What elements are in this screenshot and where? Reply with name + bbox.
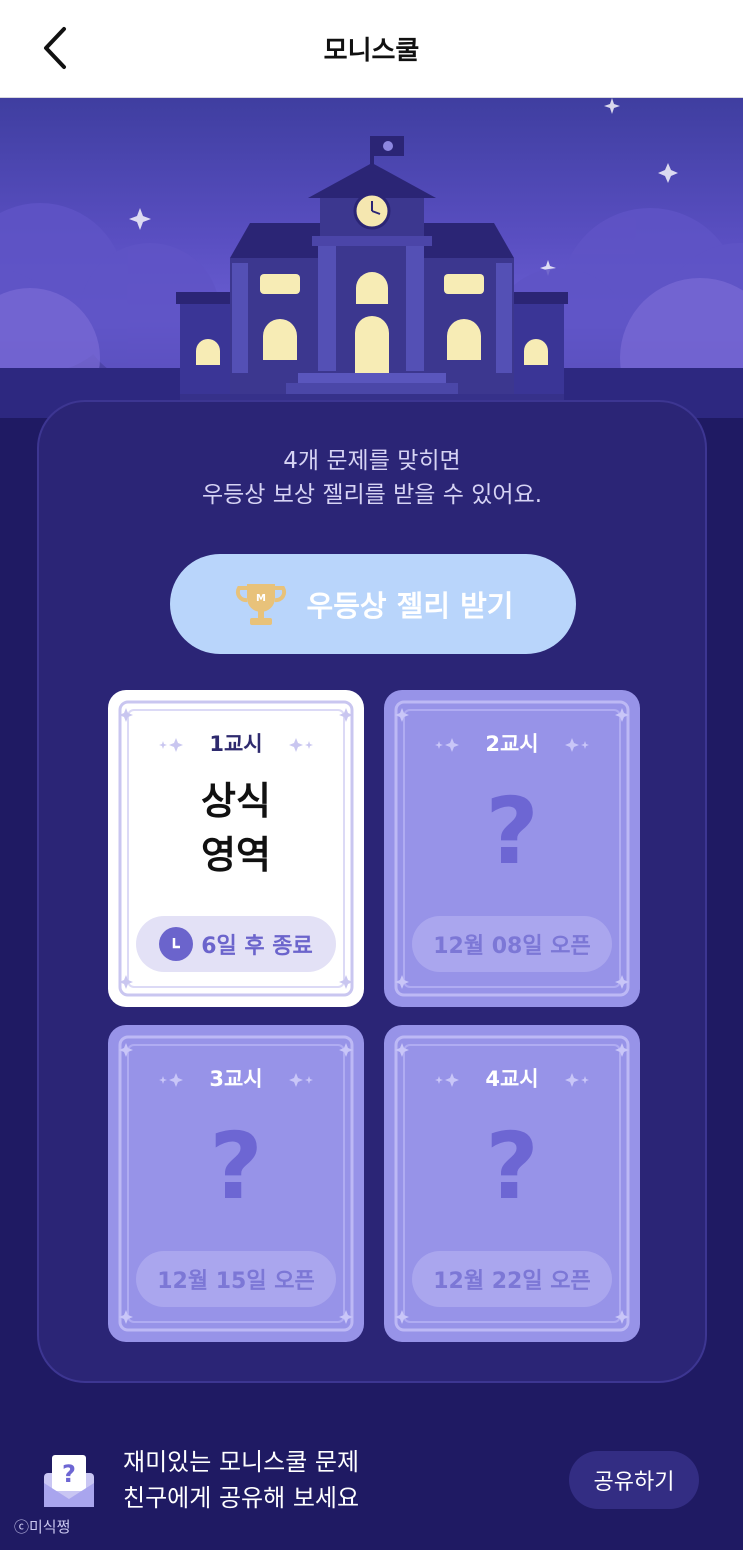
period-label: 1교시	[209, 732, 263, 756]
status-text: 6일 후 종료	[201, 934, 313, 959]
intro-line-1: 4개 문제를 맞히면	[283, 448, 461, 474]
trophy-icon: M	[235, 584, 286, 625]
reward-jelly-button[interactable]: M 우등상 젤리 받기	[170, 554, 576, 654]
status-text: 12월 15일 오픈	[157, 1269, 315, 1294]
question-mark-icon: ?	[485, 1113, 539, 1220]
share-line-2: 친구에게 공유해 보세요	[123, 1484, 360, 1512]
intro-text: 4개 문제를 맞히면 우등상 보상 젤리를 받을 수 있어요.	[39, 444, 705, 512]
question-mark-icon: ?	[485, 778, 539, 885]
subject-line-2: 영역	[201, 833, 271, 877]
svg-text:M: M	[256, 593, 266, 604]
status-pill: 12월 08일 오픈	[412, 916, 612, 972]
envelope-question-icon: ?	[44, 1455, 94, 1507]
reward-button-label: 우등상 젤리 받기	[306, 589, 514, 623]
period-label: 4교시	[485, 1067, 539, 1091]
quiz-panel: 4개 문제를 맞히면 우등상 보상 젤리를 받을 수 있어요. M 우등상 젤리…	[37, 400, 707, 1383]
page-title: 모니스쿨	[323, 36, 420, 66]
intro-line-2: 우등상 보상 젤리를 받을 수 있어요.	[201, 482, 543, 508]
svg-text:?: ?	[62, 1460, 76, 1488]
share-message: 재미있는 모니스쿨 문제 친구에게 공유해 보세요	[123, 1444, 359, 1516]
period-card-2[interactable]: 2교시 ? 12월 08일 오픈	[384, 690, 640, 1007]
top-bar: 모니스쿨	[0, 0, 743, 98]
period-card-3[interactable]: 3교시 ? 12월 15일 오픈	[108, 1025, 364, 1342]
status-text: 12월 08일 오픈	[433, 934, 591, 959]
status-text: 12월 22일 오픈	[433, 1269, 591, 1294]
status-pill: 6일 후 종료	[136, 916, 336, 972]
clock-icon	[159, 927, 194, 961]
subject-line-1: 상식	[201, 779, 271, 823]
period-label: 2교시	[485, 732, 539, 756]
school-illustration	[0, 98, 743, 418]
subject-title: 상식 영역	[108, 774, 364, 882]
watermark: ⓒ미식쩡	[14, 1518, 71, 1536]
status-pill: 12월 15일 오픈	[136, 1251, 336, 1307]
period-card-1[interactable]: 1교시 상식 영역 6일 후 종료	[108, 690, 364, 1007]
period-card-4[interactable]: 4교시 ? 12월 22일 오픈	[384, 1025, 640, 1342]
status-pill: 12월 22일 오픈	[412, 1251, 612, 1307]
period-label: 3교시	[209, 1067, 263, 1091]
question-mark-icon: ?	[209, 1113, 263, 1220]
share-line-1: 재미있는 모니스쿨 문제	[123, 1448, 360, 1476]
share-button[interactable]: 공유하기	[569, 1451, 699, 1509]
